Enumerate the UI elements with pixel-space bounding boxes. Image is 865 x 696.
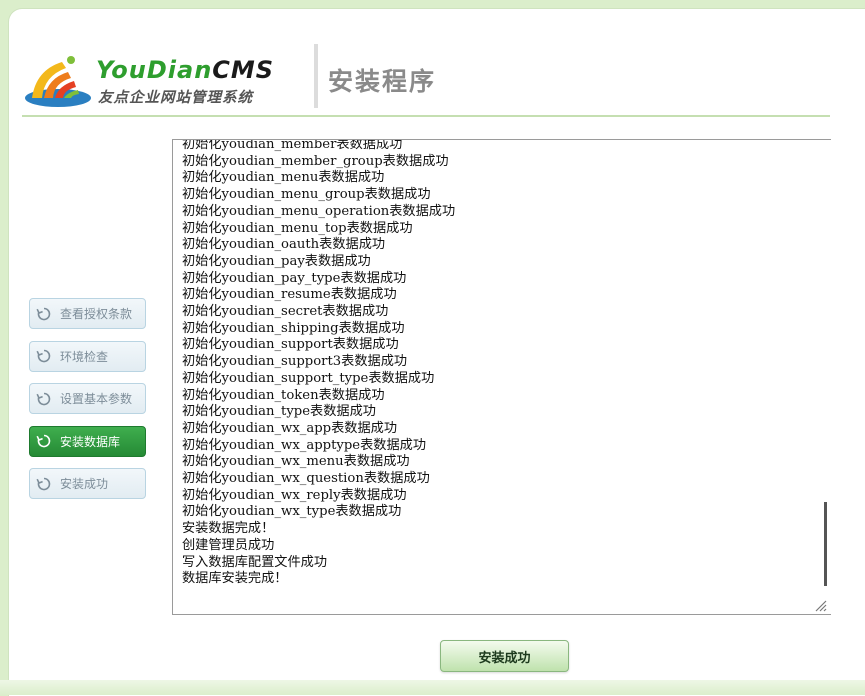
log-scrollbar-thumb[interactable] — [824, 502, 827, 586]
page-title: 安装程序 — [328, 67, 437, 96]
refresh-icon — [36, 307, 51, 320]
log-line: 初始化youdian_menu表数据成功 — [182, 170, 385, 186]
log-line: 创建管理员成功 — [182, 537, 275, 553]
install-log-textarea[interactable]: 初始化youdian_member表数据成功 初始化youdian_member… — [172, 139, 831, 615]
step-list: 查看授权条款 环境检查 设置基本参数 安装数据库 安装成功 — [29, 298, 146, 511]
logo-icon — [25, 56, 91, 107]
header-divider — [314, 44, 318, 108]
log-line: 初始化youdian_menu_top表数据成功 — [182, 220, 413, 236]
log-line: 数据库安装完成！ — [182, 571, 288, 587]
step-label: 环境检查 — [60, 349, 109, 364]
refresh-icon — [36, 392, 51, 405]
step-label: 安装成功 — [60, 477, 109, 491]
step-install-success[interactable]: 安装成功 — [29, 468, 146, 499]
refresh-icon — [36, 349, 51, 363]
logo-wordmark: YouDianCMS — [96, 56, 275, 84]
step-label: 查看授权条款 — [60, 307, 133, 321]
header-separator — [22, 115, 830, 117]
log-line: 初始化youdian_support3表数据成功 — [182, 354, 408, 370]
log-line: 写入数据库配置文件成功 — [182, 554, 328, 570]
refresh-icon — [36, 477, 51, 490]
resize-grip-icon[interactable] — [813, 598, 827, 612]
log-line: 初始化youdian_oauth表数据成功 — [182, 237, 386, 253]
log-line: 初始化youdian_menu_operation表数据成功 — [182, 203, 456, 219]
log-line: 初始化youdian_support_type表数据成功 — [182, 370, 435, 386]
step-label: 设置基本参数 — [60, 392, 133, 406]
log-line: 初始化youdian_pay_type表数据成功 — [182, 270, 407, 286]
log-line: 初始化youdian_wx_question表数据成功 — [182, 471, 430, 487]
step-label: 安装数据库 — [60, 434, 121, 449]
step-view-license[interactable]: 查看授权条款 — [29, 298, 146, 329]
log-line: 初始化youdian_member_group表数据成功 — [182, 153, 449, 169]
log-line: 初始化youdian_wx_apptype表数据成功 — [182, 437, 427, 453]
install-log-lines: 初始化youdian_member表数据成功 初始化youdian_member… — [182, 139, 456, 588]
log-line: 初始化youdian_support表数据成功 — [182, 337, 399, 353]
log-line: 初始化youdian_pay表数据成功 — [182, 253, 371, 269]
header: YouDianCMS 友点企业网站管理系统 安装程序 — [22, 44, 842, 110]
log-line: 初始化youdian_wx_reply表数据成功 — [182, 487, 407, 503]
step-install-database[interactable]: 安装数据库 — [29, 425, 146, 457]
log-line: 初始化youdian_wx_type表数据成功 — [182, 504, 402, 520]
log-line: 安装数据完成！ — [182, 521, 275, 537]
step-basic-settings[interactable]: 设置基本参数 — [29, 383, 146, 414]
log-line: 初始化youdian_type表数据成功 — [182, 404, 376, 420]
bottom-strip — [0, 680, 865, 695]
log-line: 初始化youdian_resume表数据成功 — [182, 287, 397, 303]
log-line: 初始化youdian_member表数据成功 — [182, 139, 403, 152]
log-line: 初始化youdian_menu_group表数据成功 — [182, 187, 431, 203]
log-line: 初始化youdian_token表数据成功 — [182, 387, 385, 403]
refresh-icon — [36, 434, 51, 448]
logo-subtitle: 友点企业网站管理系统 — [98, 90, 253, 106]
log-line: 初始化youdian_secret表数据成功 — [182, 304, 389, 320]
log-line: 初始化youdian_shipping表数据成功 — [182, 320, 405, 336]
install-success-button[interactable]: 安装成功 — [440, 640, 569, 672]
log-line: 初始化youdian_wx_menu表数据成功 — [182, 454, 410, 470]
log-line: 初始化youdian_wx_app表数据成功 — [182, 420, 398, 436]
step-environment-check[interactable]: 环境检查 — [29, 340, 146, 372]
